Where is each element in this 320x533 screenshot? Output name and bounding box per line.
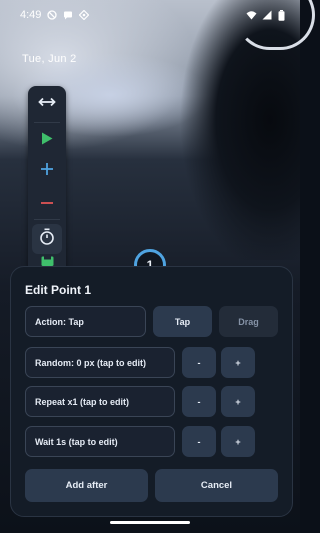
signal-icon — [262, 10, 272, 20]
wait-increase-button[interactable]: + — [221, 426, 255, 457]
edit-point-panel: Edit Point 1 Action: Tap Tap Drag Random… — [10, 266, 293, 517]
repeat-label: Repeat x1 (tap to edit) — [35, 396, 130, 407]
move-icon — [38, 95, 56, 113]
battery-icon — [278, 10, 288, 21]
action-label: Action: Tap — [35, 316, 84, 327]
toolbar-divider — [34, 219, 60, 220]
drag-button[interactable]: Drag — [219, 306, 278, 337]
repeat-increase-button[interactable]: + — [221, 386, 255, 417]
lockscreen-date: Tue, Jun 2 — [22, 53, 77, 65]
home-indicator[interactable] — [110, 521, 190, 524]
status-time: 4:49 — [20, 9, 42, 21]
tap-button[interactable]: Tap — [153, 306, 212, 337]
wait-label: Wait 1s (tap to edit) — [35, 436, 118, 447]
panel-title: Edit Point 1 — [25, 283, 91, 297]
random-increase-button[interactable]: + — [221, 347, 255, 378]
move-button[interactable] — [28, 87, 66, 121]
random-offset-label: Random: 0 px (tap to edit) — [35, 357, 146, 368]
floating-toolbar — [28, 86, 66, 276]
wait-field[interactable]: Wait 1s (tap to edit) — [25, 426, 175, 457]
status-bar: 4:49 — [0, 0, 300, 30]
wait-decrease-button[interactable]: - — [182, 426, 216, 457]
repeat-decrease-button[interactable]: - — [182, 386, 216, 417]
location-icon — [79, 9, 90, 21]
action-field[interactable]: Action: Tap — [25, 306, 146, 337]
add-after-button[interactable]: Add after — [25, 469, 148, 502]
play-icon — [41, 132, 53, 150]
cancel-button[interactable]: Cancel — [155, 469, 278, 502]
remove-point-button[interactable] — [28, 184, 66, 218]
message-icon — [63, 10, 73, 20]
remove-icon — [40, 192, 54, 210]
play-button[interactable] — [28, 124, 66, 158]
random-decrease-button[interactable]: - — [182, 347, 216, 378]
add-point-button[interactable] — [28, 154, 66, 188]
wifi-icon — [246, 10, 257, 20]
repeat-field[interactable]: Repeat x1 (tap to edit) — [25, 386, 175, 417]
timer-icon — [39, 228, 55, 250]
add-icon — [40, 162, 54, 181]
random-offset-field[interactable]: Random: 0 px (tap to edit) — [25, 347, 175, 378]
toolbar-divider — [34, 122, 60, 123]
do-not-disturb-icon — [47, 10, 58, 20]
